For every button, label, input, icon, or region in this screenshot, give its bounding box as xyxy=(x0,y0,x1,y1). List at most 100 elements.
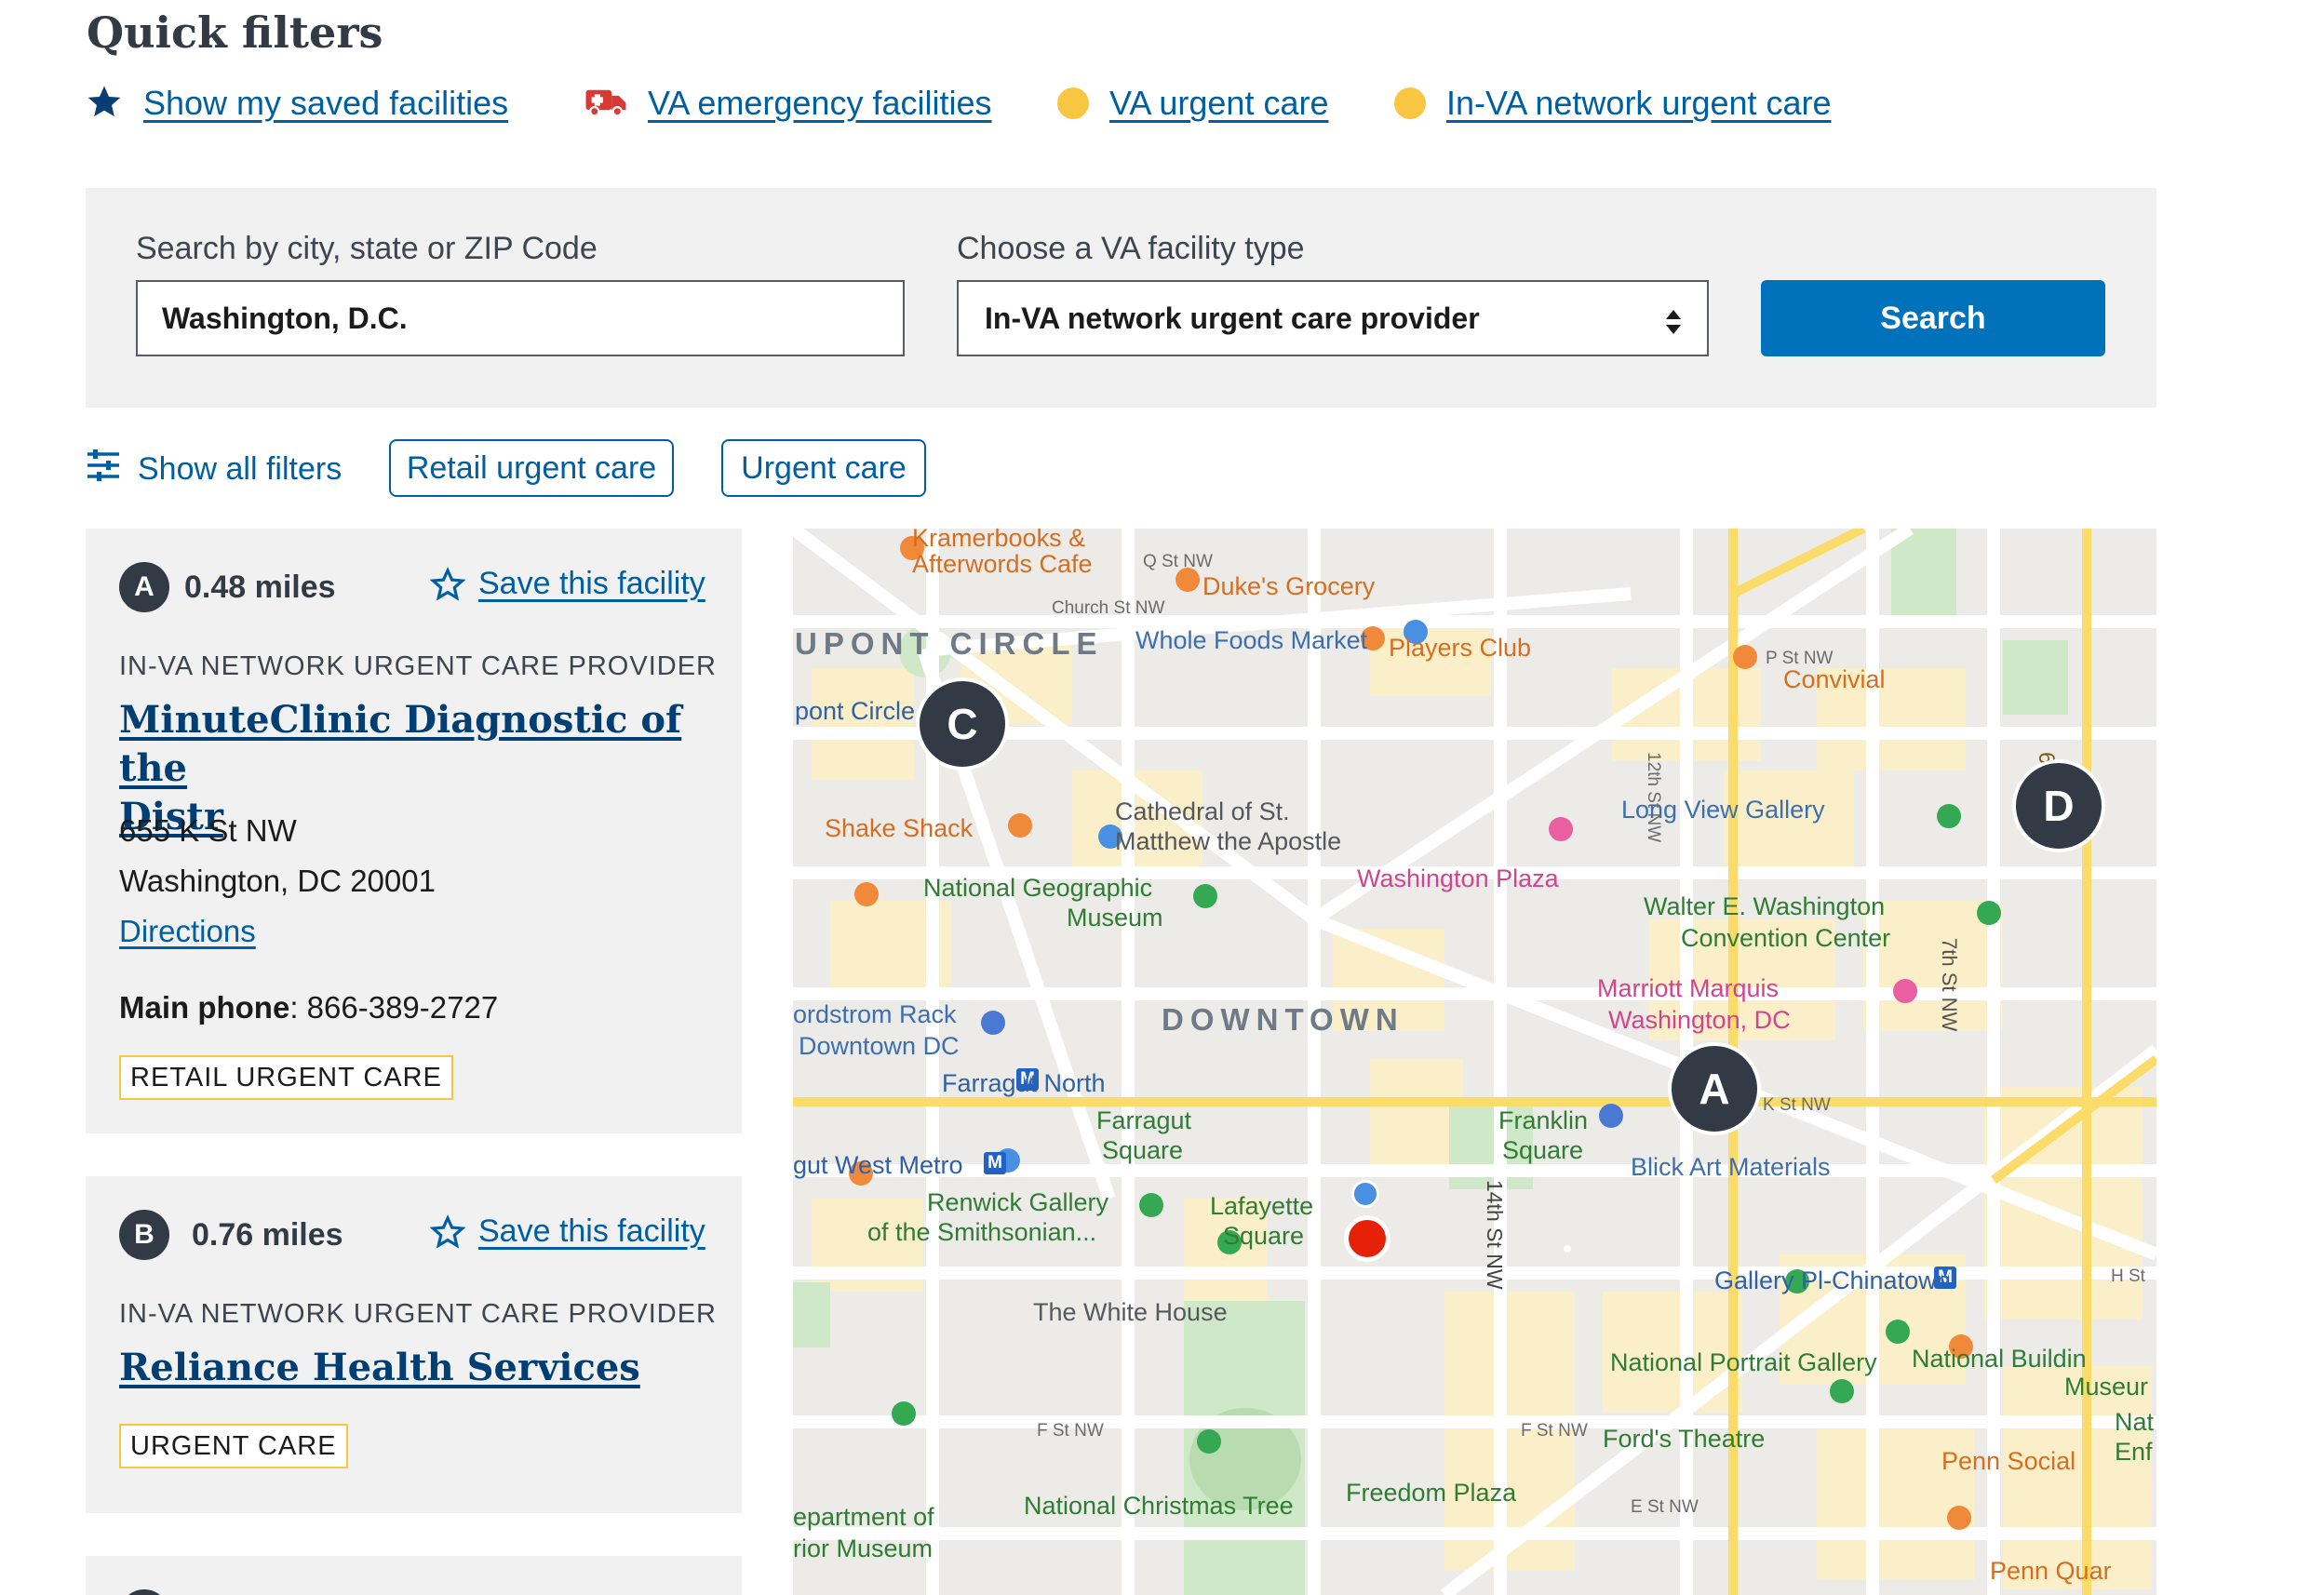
map-label-afterwords: Afterwords Cafe xyxy=(912,550,1093,578)
map-label-downtown: DOWNTOWN xyxy=(1162,1002,1404,1037)
map-label-portrait-gallery: National Portrait Gallery xyxy=(1610,1348,1877,1376)
restaurant-icon xyxy=(1733,645,1757,669)
map-label-interior-1: epartment of xyxy=(793,1503,934,1531)
star-outline-icon xyxy=(430,566,465,601)
city-search-input[interactable] xyxy=(136,280,905,356)
in-network-urgent-care-link[interactable]: In-VA network urgent care xyxy=(1446,84,1832,123)
emergency-facilities-filter[interactable]: VA emergency facilities xyxy=(584,80,992,127)
map-label-lafayette-1: Lafayette xyxy=(1210,1192,1314,1220)
map-label-national-building-2: Museur xyxy=(2064,1373,2149,1401)
search-button[interactable]: Search xyxy=(1761,280,2105,356)
facility-type-value: In-VA network urgent care provider xyxy=(985,301,1480,335)
yellow-dot-icon xyxy=(1057,87,1089,119)
va-urgent-care-link[interactable]: VA urgent care xyxy=(1109,84,1328,123)
result-card-a: A 0.48 miles Save this facility IN-VA NE… xyxy=(86,529,742,1133)
main-phone-number: : 866-389-2727 xyxy=(289,990,499,1025)
in-network-urgent-care-filter[interactable]: In-VA network urgent care xyxy=(1394,80,1832,127)
metro-station-icon: M xyxy=(984,1152,1006,1174)
facility-name-line1: MinuteClinic Diagnostic of the xyxy=(119,698,682,790)
map-label-marriott-1: Marriott Marquis xyxy=(1597,974,1780,1002)
map-label-renwick-2: of the Smithsonian... xyxy=(867,1218,1097,1246)
street-label-7th: 7th St NW xyxy=(1938,938,1961,1032)
map-label-christmas-tree: National Christmas Tree xyxy=(1024,1492,1294,1520)
facility-name-link[interactable]: Reliance Health Services xyxy=(119,1344,715,1392)
marker-badge-a: A xyxy=(119,562,169,612)
map-label-natgeo-2: Museum xyxy=(1067,904,1163,932)
map-label-renwick-1: Renwick Gallery xyxy=(927,1188,1109,1216)
museum-icon xyxy=(892,1401,916,1426)
map-label-shake-shack: Shake Shack xyxy=(825,814,974,842)
marker-badge-b: B xyxy=(119,1210,169,1260)
map-label-fords-theatre: Ford's Theatre xyxy=(1603,1425,1766,1453)
street-label-14th: 14th St NW xyxy=(1483,1180,1507,1290)
city-label: Search by city, state or ZIP Code xyxy=(136,231,598,266)
save-facility-label: Save this facility xyxy=(478,1213,705,1249)
map-label-nordstrom-1: ordstrom Rack xyxy=(793,1000,957,1028)
result-card-b: B 0.76 miles Save this facility IN-VA NE… xyxy=(86,1176,742,1513)
ambulance-icon xyxy=(584,83,627,125)
map-label-interior-2: rior Museum xyxy=(793,1535,934,1562)
map-label-cathedral-2: Matthew the Apostle xyxy=(1115,827,1342,855)
map-marker-d[interactable]: D xyxy=(2012,759,2105,852)
save-facility-button[interactable]: Save this facility xyxy=(430,566,705,602)
street-label-f: F St NW xyxy=(1037,1421,1104,1441)
saved-facilities-filter[interactable]: Show my saved facilities xyxy=(86,80,508,127)
gallery-icon xyxy=(1937,804,1961,828)
map-marker-a[interactable]: A xyxy=(1668,1042,1761,1135)
map[interactable]: M M M Kramerbooks & Afterwords Cafe Duke… xyxy=(793,529,2156,1595)
restaurant-icon xyxy=(854,882,879,906)
main-phone: Main phone: 866-389-2727 xyxy=(119,990,498,1025)
map-label-walter-1: Walter E. Washington xyxy=(1644,892,1886,920)
va-urgent-care-filter[interactable]: VA urgent care xyxy=(1057,80,1328,127)
show-all-filters-button[interactable]: Show all filters xyxy=(86,441,342,497)
result-card-c-partial xyxy=(86,1556,742,1595)
saved-facilities-link[interactable]: Show my saved facilities xyxy=(143,84,508,123)
map-label-national-building-1: National Buildin xyxy=(1912,1345,2087,1373)
theatre-icon xyxy=(1886,1320,1910,1344)
map-label-nat-enf-2: Enf xyxy=(2115,1438,2153,1466)
save-facility-label: Save this facility xyxy=(478,566,705,601)
street-label-q: Q St NW xyxy=(1143,552,1213,571)
map-label-penn-quarter: Penn Quar xyxy=(1990,1557,2112,1585)
restaurant-icon xyxy=(1008,813,1032,838)
map-label-farragut-west: gut West Metro xyxy=(793,1151,963,1179)
chip-urgent-care[interactable]: Urgent care xyxy=(721,439,926,497)
chip-retail-urgent-care[interactable]: Retail urgent care xyxy=(389,439,674,497)
street-label-f2: F St NW xyxy=(1521,1421,1588,1441)
museum-icon xyxy=(1193,884,1217,908)
map-label-dukes-grocery: Duke's Grocery xyxy=(1202,572,1376,600)
yellow-dot-icon xyxy=(1394,87,1426,119)
facility-type-label: Choose a VA facility type xyxy=(957,231,1305,266)
map-label-convivial: Convivial xyxy=(1783,665,1886,693)
service-tag: RETAIL URGENT CARE xyxy=(119,1055,453,1100)
facility-type: IN-VA NETWORK URGENT CARE PROVIDER xyxy=(119,651,717,681)
hotel-icon xyxy=(1893,979,1917,1003)
map-label-blick-art: Blick Art Materials xyxy=(1631,1153,1831,1181)
map-label-white-house: The White House xyxy=(1033,1298,1228,1326)
street-label-12th: 12th St NW xyxy=(1644,752,1663,843)
map-base xyxy=(793,529,2156,1595)
map-label-whole-foods: Whole Foods Market xyxy=(1135,626,1368,654)
save-facility-button[interactable]: Save this facility xyxy=(430,1213,705,1250)
map-label-farragut-sq-1: Farragut xyxy=(1096,1106,1192,1134)
map-label-washington-plaza: Washington Plaza xyxy=(1357,865,1559,892)
convention-center-icon xyxy=(1977,901,2001,925)
show-all-filters-label: Show all filters xyxy=(138,450,343,487)
street-label-k: K St NW xyxy=(1763,1095,1831,1115)
map-label-players-club: Players Club xyxy=(1389,634,1532,662)
map-marker-c[interactable]: C xyxy=(916,677,1009,771)
main-phone-label: Main phone xyxy=(119,990,290,1025)
plaza-icon xyxy=(1830,1379,1854,1403)
selected-location-marker[interactable] xyxy=(1344,1215,1390,1262)
map-label-marriott-2: Washington, DC xyxy=(1608,1006,1791,1034)
map-label-walter-2: Convention Center xyxy=(1681,924,1891,952)
map-label-natgeo-1: National Geographic xyxy=(923,874,1153,902)
map-label-lafayette-2: Square xyxy=(1223,1222,1305,1250)
emergency-facilities-link[interactable]: VA emergency facilities xyxy=(648,84,992,123)
facility-type-select[interactable]: In-VA network urgent care provider xyxy=(957,280,1709,356)
tree-icon xyxy=(1197,1429,1221,1454)
directions-link[interactable]: Directions xyxy=(119,914,256,949)
map-label-dupont-metro: pont Circle xyxy=(795,697,916,725)
star-outline-icon xyxy=(430,1213,465,1249)
service-tag: URGENT CARE xyxy=(119,1424,348,1468)
